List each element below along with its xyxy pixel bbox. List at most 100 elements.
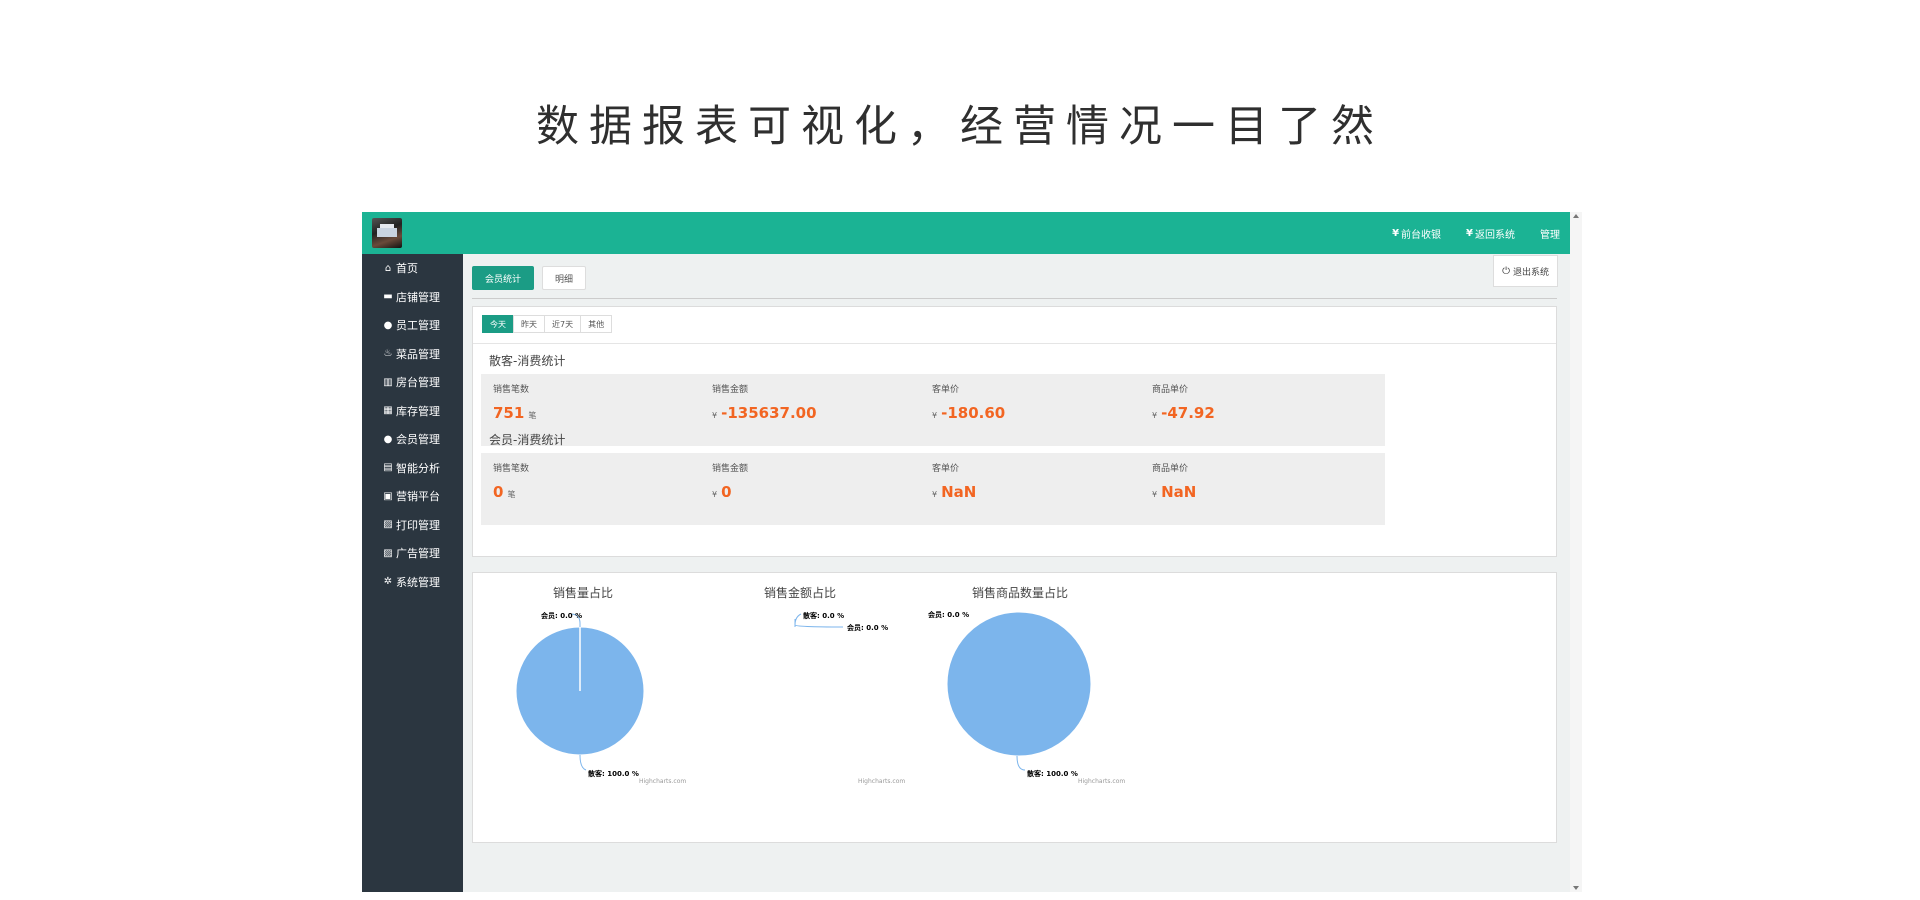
stat-number: 0	[493, 483, 504, 501]
guest-section-title: 散客-消费统计	[489, 354, 566, 368]
stat-card: 客单价 ¥ -180.60	[920, 374, 1165, 446]
chart-credit[interactable]: Highcharts.com	[639, 778, 686, 785]
logout-button[interactable]: ⏻ 退出系统	[1493, 255, 1558, 287]
yen-icon: ¥	[1466, 227, 1473, 239]
sidebar-item-label: 店铺管理	[396, 290, 440, 304]
sidebar-item-label: 库存管理	[396, 404, 440, 418]
sidebar-item-6[interactable]: ● 会员管理	[362, 425, 463, 454]
sidebar-item-label: 会员管理	[396, 433, 440, 447]
range-yesterday[interactable]: 昨天	[513, 315, 545, 333]
tab-row: 会员统计 明细	[472, 266, 594, 290]
apps-icon: ▣	[383, 490, 393, 502]
currency-symbol: ¥	[932, 411, 938, 420]
stat-number: -180.60	[941, 404, 1006, 422]
sidebar-item-1[interactable]: ▬ 店铺管理	[362, 283, 463, 312]
sidebar-item-8[interactable]: ▣ 营销平台	[362, 482, 463, 511]
currency-symbol: ¥	[932, 490, 938, 499]
sidebar-item-label: 菜品管理	[396, 347, 440, 361]
range-last7[interactable]: 近7天	[544, 315, 582, 333]
stat-card: 商品单价 ¥ -47.92	[1140, 374, 1385, 446]
chart-credit[interactable]: Highcharts.com	[1078, 778, 1125, 785]
user-icon: ●	[383, 433, 393, 445]
stat-label: 客单价	[932, 464, 960, 474]
back-to-system-link[interactable]: ¥ 返回系统	[1466, 226, 1515, 241]
app-window: ¥ 前台收银 ¥ 返回系统 管理 ⌂ 首页 ▬ 店铺管理 ● 员工管理 ♨ 菜品管理 ▥ 房台管理…	[362, 212, 1570, 892]
pie-data-label: 会员: 0.0 %	[847, 624, 889, 632]
scroll-up-icon[interactable]	[1573, 214, 1579, 218]
top-bar: ¥ 前台收银 ¥ 返回系统 管理	[362, 212, 1570, 254]
stat-label: 商品单价	[1152, 464, 1189, 474]
user-icon: ●	[383, 319, 393, 331]
power-icon: ⏻	[1502, 265, 1510, 277]
pie-data-label: 散客: 0.0 %	[803, 612, 845, 620]
stat-value: 0笔	[493, 483, 515, 501]
stat-unit: 笔	[507, 490, 516, 499]
pie-data-label: 散客: 100.0 %	[1027, 770, 1078, 778]
sidebar-item-11[interactable]: ✲ 系统管理	[362, 568, 463, 597]
top-links: ¥ 前台收银 ¥ 返回系统 管理	[1367, 212, 1560, 254]
sidebar-item-4[interactable]: ▥ 房台管理	[362, 368, 463, 397]
stat-label: 销售金额	[712, 464, 749, 474]
currency-symbol: ¥	[712, 490, 718, 499]
sidebar-item-10[interactable]: ▨ 广告管理	[362, 539, 463, 568]
currency-symbol: ¥	[1152, 411, 1158, 420]
sidebar-item-9[interactable]: ▨ 打印管理	[362, 511, 463, 540]
stat-label: 销售笔数	[493, 385, 530, 395]
pie-data-label: 会员: 0.0 %	[928, 611, 970, 619]
sidebar-item-label: 广告管理	[396, 547, 440, 561]
chart-credit[interactable]: Highcharts.com	[858, 778, 905, 785]
tab-detail[interactable]: 明细	[542, 266, 587, 290]
tab-divider	[472, 298, 1557, 299]
range-today[interactable]: 今天	[482, 315, 514, 333]
stat-value: ¥ -135637.00	[712, 404, 817, 422]
pie-data-label: 散客: 100.0 %	[588, 770, 639, 778]
sidebar-item-label: 员工管理	[396, 319, 440, 333]
stat-number: NaN	[941, 483, 977, 501]
yen-icon: ¥	[1392, 227, 1400, 239]
chart-title: 销售金额占比	[763, 586, 836, 600]
tab-member-stats[interactable]: 会员统计	[472, 266, 535, 290]
sidebar-item-label: 智能分析	[396, 461, 440, 475]
stat-number: NaN	[1161, 483, 1197, 501]
gear-icon: ✲	[383, 576, 393, 588]
sidebar-item-3[interactable]: ♨ 菜品管理	[362, 340, 463, 369]
stat-value: ¥ -47.92	[1152, 404, 1215, 422]
stat-card: 销售金额 ¥0	[700, 453, 945, 525]
sidebar-item-2[interactable]: ● 员工管理	[362, 311, 463, 340]
scroll-down-icon[interactable]	[1573, 886, 1579, 890]
leader-line	[579, 754, 587, 771]
printer-icon: ▨	[383, 547, 393, 559]
stats-panel: 今天 昨天 近7天 其他 散客-消费统计 销售笔数 751 笔销售金额 ¥ -13563…	[472, 306, 1557, 557]
stat-value: 751 笔	[493, 404, 536, 422]
stat-value: ¥0	[712, 483, 732, 501]
stat-value: ¥ NaN	[932, 483, 976, 501]
sidebar-item-label: 首页	[396, 262, 418, 276]
stat-label: 商品单价	[1152, 385, 1189, 395]
grid-icon: ▦	[383, 405, 393, 417]
stat-label: 销售金额	[712, 385, 749, 395]
pie-slice[interactable]	[946, 611, 1092, 757]
printer-icon: ▨	[383, 519, 393, 531]
logo[interactable]	[372, 218, 402, 248]
member-section-title: 会员-消费统计	[489, 433, 566, 447]
sidebar-item-label: 房台管理	[396, 376, 440, 390]
sidebar-item-0[interactable]: ⌂ 首页	[362, 254, 463, 283]
stat-number: 751	[493, 404, 525, 422]
pie-charts-canvas	[515, 611, 1092, 771]
divider	[473, 343, 1556, 344]
sidebar-item-7[interactable]: ▤ 智能分析	[362, 454, 463, 483]
range-other[interactable]: 其他	[580, 315, 613, 333]
pie-data-label: 会员: 0.0 %	[541, 612, 583, 620]
stat-value: ¥ -180.60	[932, 404, 1005, 422]
front-cashier-link[interactable]: ¥ 前台收银	[1392, 226, 1441, 241]
chart-title: 销售商品数量占比	[971, 586, 1068, 600]
stat-card: 商品单价 ¥ NaN	[1140, 453, 1385, 525]
admin-link[interactable]: 管理	[1540, 226, 1560, 241]
scrollbar[interactable]	[1570, 212, 1582, 892]
home-icon: ⌂	[384, 262, 392, 274]
stat-number: -135637.00	[721, 404, 817, 422]
charts-panel: 销售量占比 会员: 0.0 % 散客: 100.0 % Highcharts.com 销…	[472, 572, 1557, 843]
stat-unit: 笔	[528, 411, 537, 420]
sidebar-item-5[interactable]: ▦ 库存管理	[362, 397, 463, 426]
stat-label: 销售笔数	[493, 464, 530, 474]
